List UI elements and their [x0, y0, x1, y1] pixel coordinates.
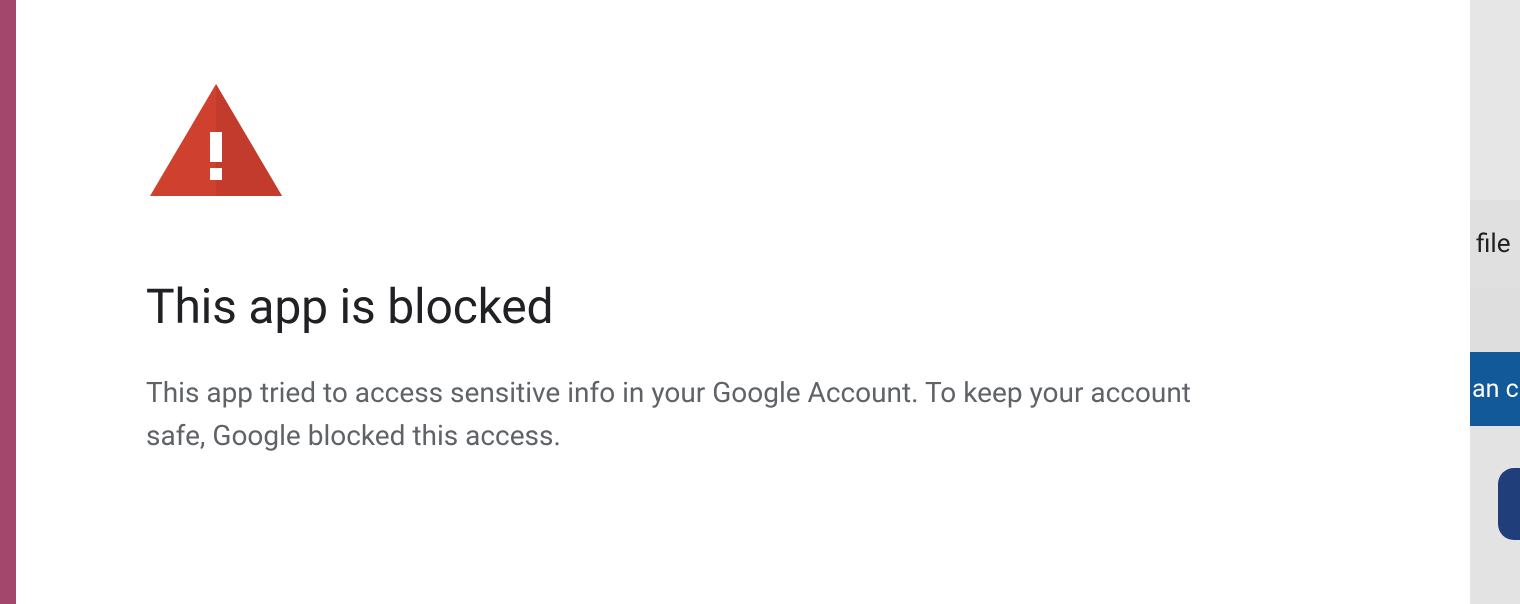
- blocked-app-dialog: This app is blocked This app tried to ac…: [16, 0, 1470, 604]
- background-pill-button: [1498, 468, 1520, 540]
- background-blue-label: an c: [1472, 375, 1519, 404]
- dialog-content: This app is blocked This app tried to ac…: [146, 80, 1390, 458]
- warning-triangle-icon: [146, 80, 286, 200]
- background-file-label: file: [1476, 229, 1511, 259]
- background-file-row: file: [1470, 200, 1520, 288]
- background-panel-top: [1470, 0, 1520, 200]
- dialog-description: This app tried to access sensitive info …: [146, 371, 1256, 458]
- window-left-stripe: [0, 0, 16, 604]
- background-panel-mid: [1470, 288, 1520, 352]
- dialog-heading: This app is blocked: [146, 278, 1390, 335]
- background-blue-row: an c: [1470, 352, 1520, 426]
